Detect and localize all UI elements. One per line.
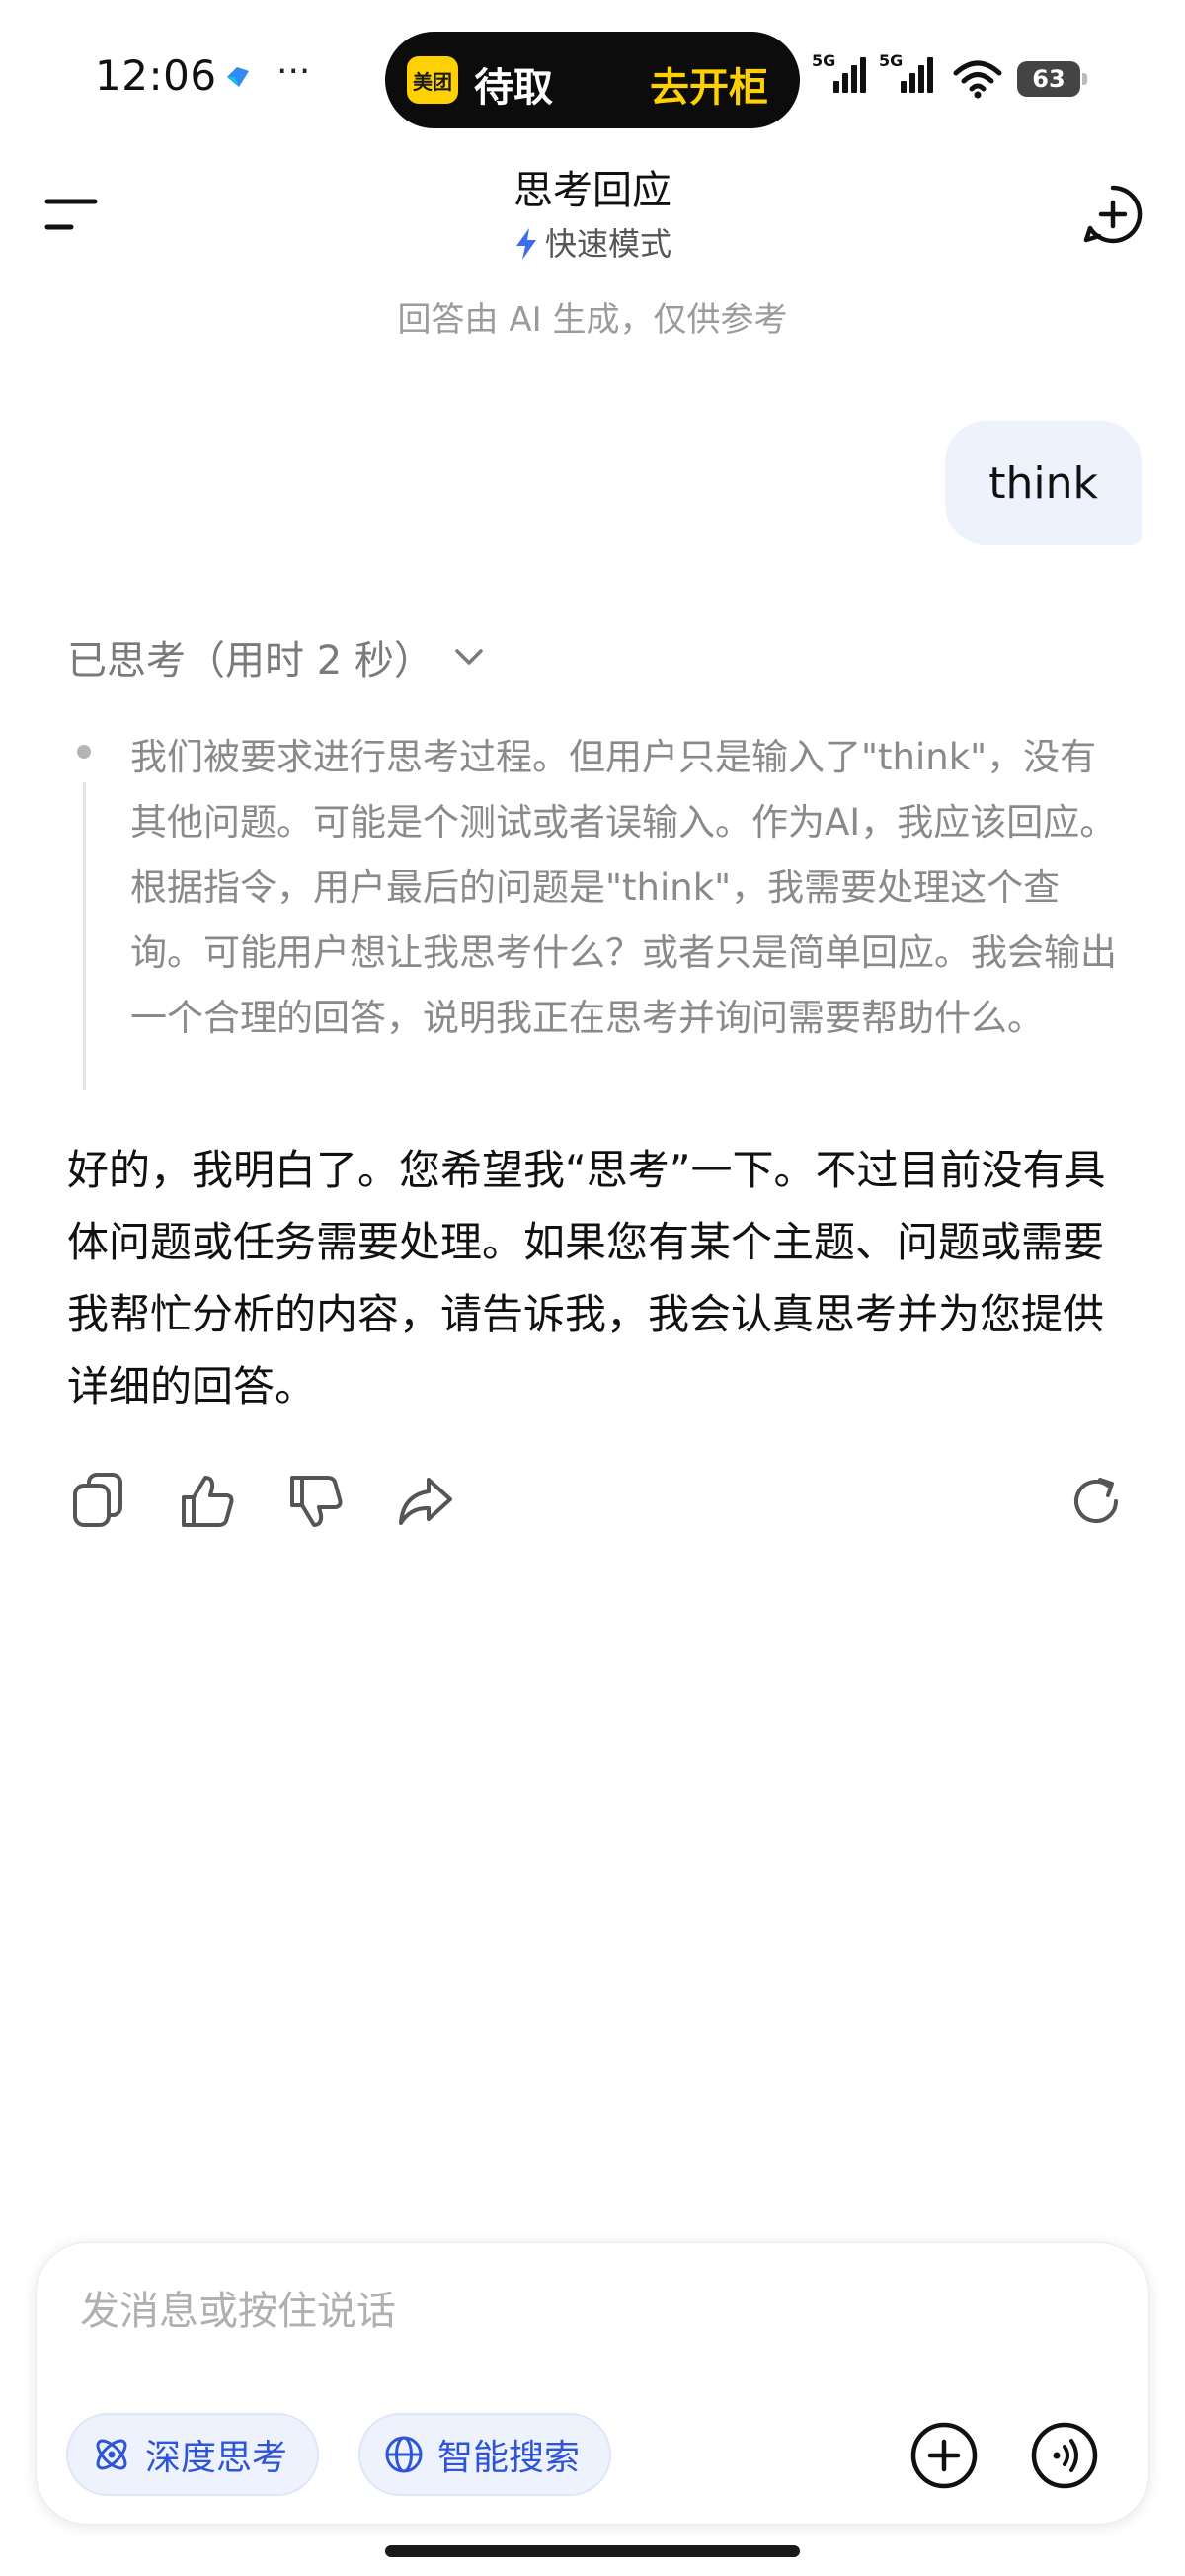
- thinking-toggle-label: 已思考（用时 2 秒）: [67, 638, 434, 684]
- thinking-divider: [83, 782, 86, 1090]
- copy-icon[interactable]: [67, 1470, 130, 1533]
- thumbs-down-icon[interactable]: [284, 1470, 348, 1533]
- new-chat-icon[interactable]: [1082, 184, 1144, 245]
- wifi-icon: [953, 60, 1002, 99]
- status-more-icon: ···: [276, 51, 311, 92]
- island-status-text: 待取: [474, 65, 553, 111]
- deep-think-button[interactable]: 深度思考: [66, 2413, 320, 2496]
- thinking-toggle[interactable]: 已思考（用时 2 秒）: [67, 628, 487, 685]
- ai-disclaimer: 回答由 AI 生成，仅供参考: [397, 300, 788, 340]
- app-screen: 12:06 ··· 美团 待取 去开柜 5G 5G 63 思考回应 快速模式 回…: [0, 0, 1185, 2576]
- status-bar: 12:06 ··· 美团 待取 去开柜 5G 5G 63: [0, 0, 1185, 148]
- user-message-bubble[interactable]: think: [945, 421, 1142, 545]
- home-indicator[interactable]: [385, 2545, 800, 2557]
- composer: 深度思考 智能搜索: [36, 2242, 1149, 2525]
- deep-think-label: 深度思考: [145, 2438, 288, 2478]
- page-title: 思考回应: [514, 168, 672, 213]
- chevron-down-icon: [455, 649, 483, 665]
- smart-search-label: 智能搜索: [437, 2438, 581, 2478]
- globe-icon: [385, 2436, 423, 2473]
- lightning-icon: [515, 228, 536, 260]
- mode-label: 快速模式: [544, 225, 672, 263]
- signal-icon-sim1: 5G: [812, 51, 871, 99]
- island-action-text[interactable]: 去开柜: [650, 55, 768, 113]
- message-input[interactable]: [80, 2277, 1067, 2346]
- dynamic-island[interactable]: 美团 待取 去开柜: [385, 32, 800, 128]
- message-actions: [67, 1470, 1134, 1535]
- signal-icon-sim2: 5G: [879, 51, 938, 99]
- thinking-bullet: [77, 745, 91, 759]
- smart-search-button[interactable]: 智能搜索: [358, 2413, 612, 2496]
- share-icon[interactable]: [393, 1470, 456, 1533]
- mode-indicator[interactable]: 快速模式: [0, 219, 1185, 265]
- battery-indicator: 63: [1017, 61, 1087, 97]
- notification-app-icon: [227, 67, 249, 87]
- add-attachment-icon[interactable]: [909, 2421, 979, 2490]
- meituan-logo: 美团: [407, 56, 458, 104]
- voice-call-icon[interactable]: [1030, 2421, 1099, 2490]
- thinking-text: 我们被要求进行思考过程。但用户只是输入了"think"，没有其他问题。可能是个测…: [130, 736, 1117, 1039]
- status-time: 12:06: [95, 51, 217, 100]
- assistant-answer: 好的，我明白了。您希望我“思考”一下。不过目前没有具体问题或任务需要处理。如果您…: [67, 1146, 1106, 1410]
- atom-icon: [96, 2439, 127, 2470]
- regenerate-icon[interactable]: [1065, 1470, 1128, 1533]
- user-message-text: think: [988, 457, 1098, 509]
- thumbs-up-icon[interactable]: [176, 1470, 239, 1533]
